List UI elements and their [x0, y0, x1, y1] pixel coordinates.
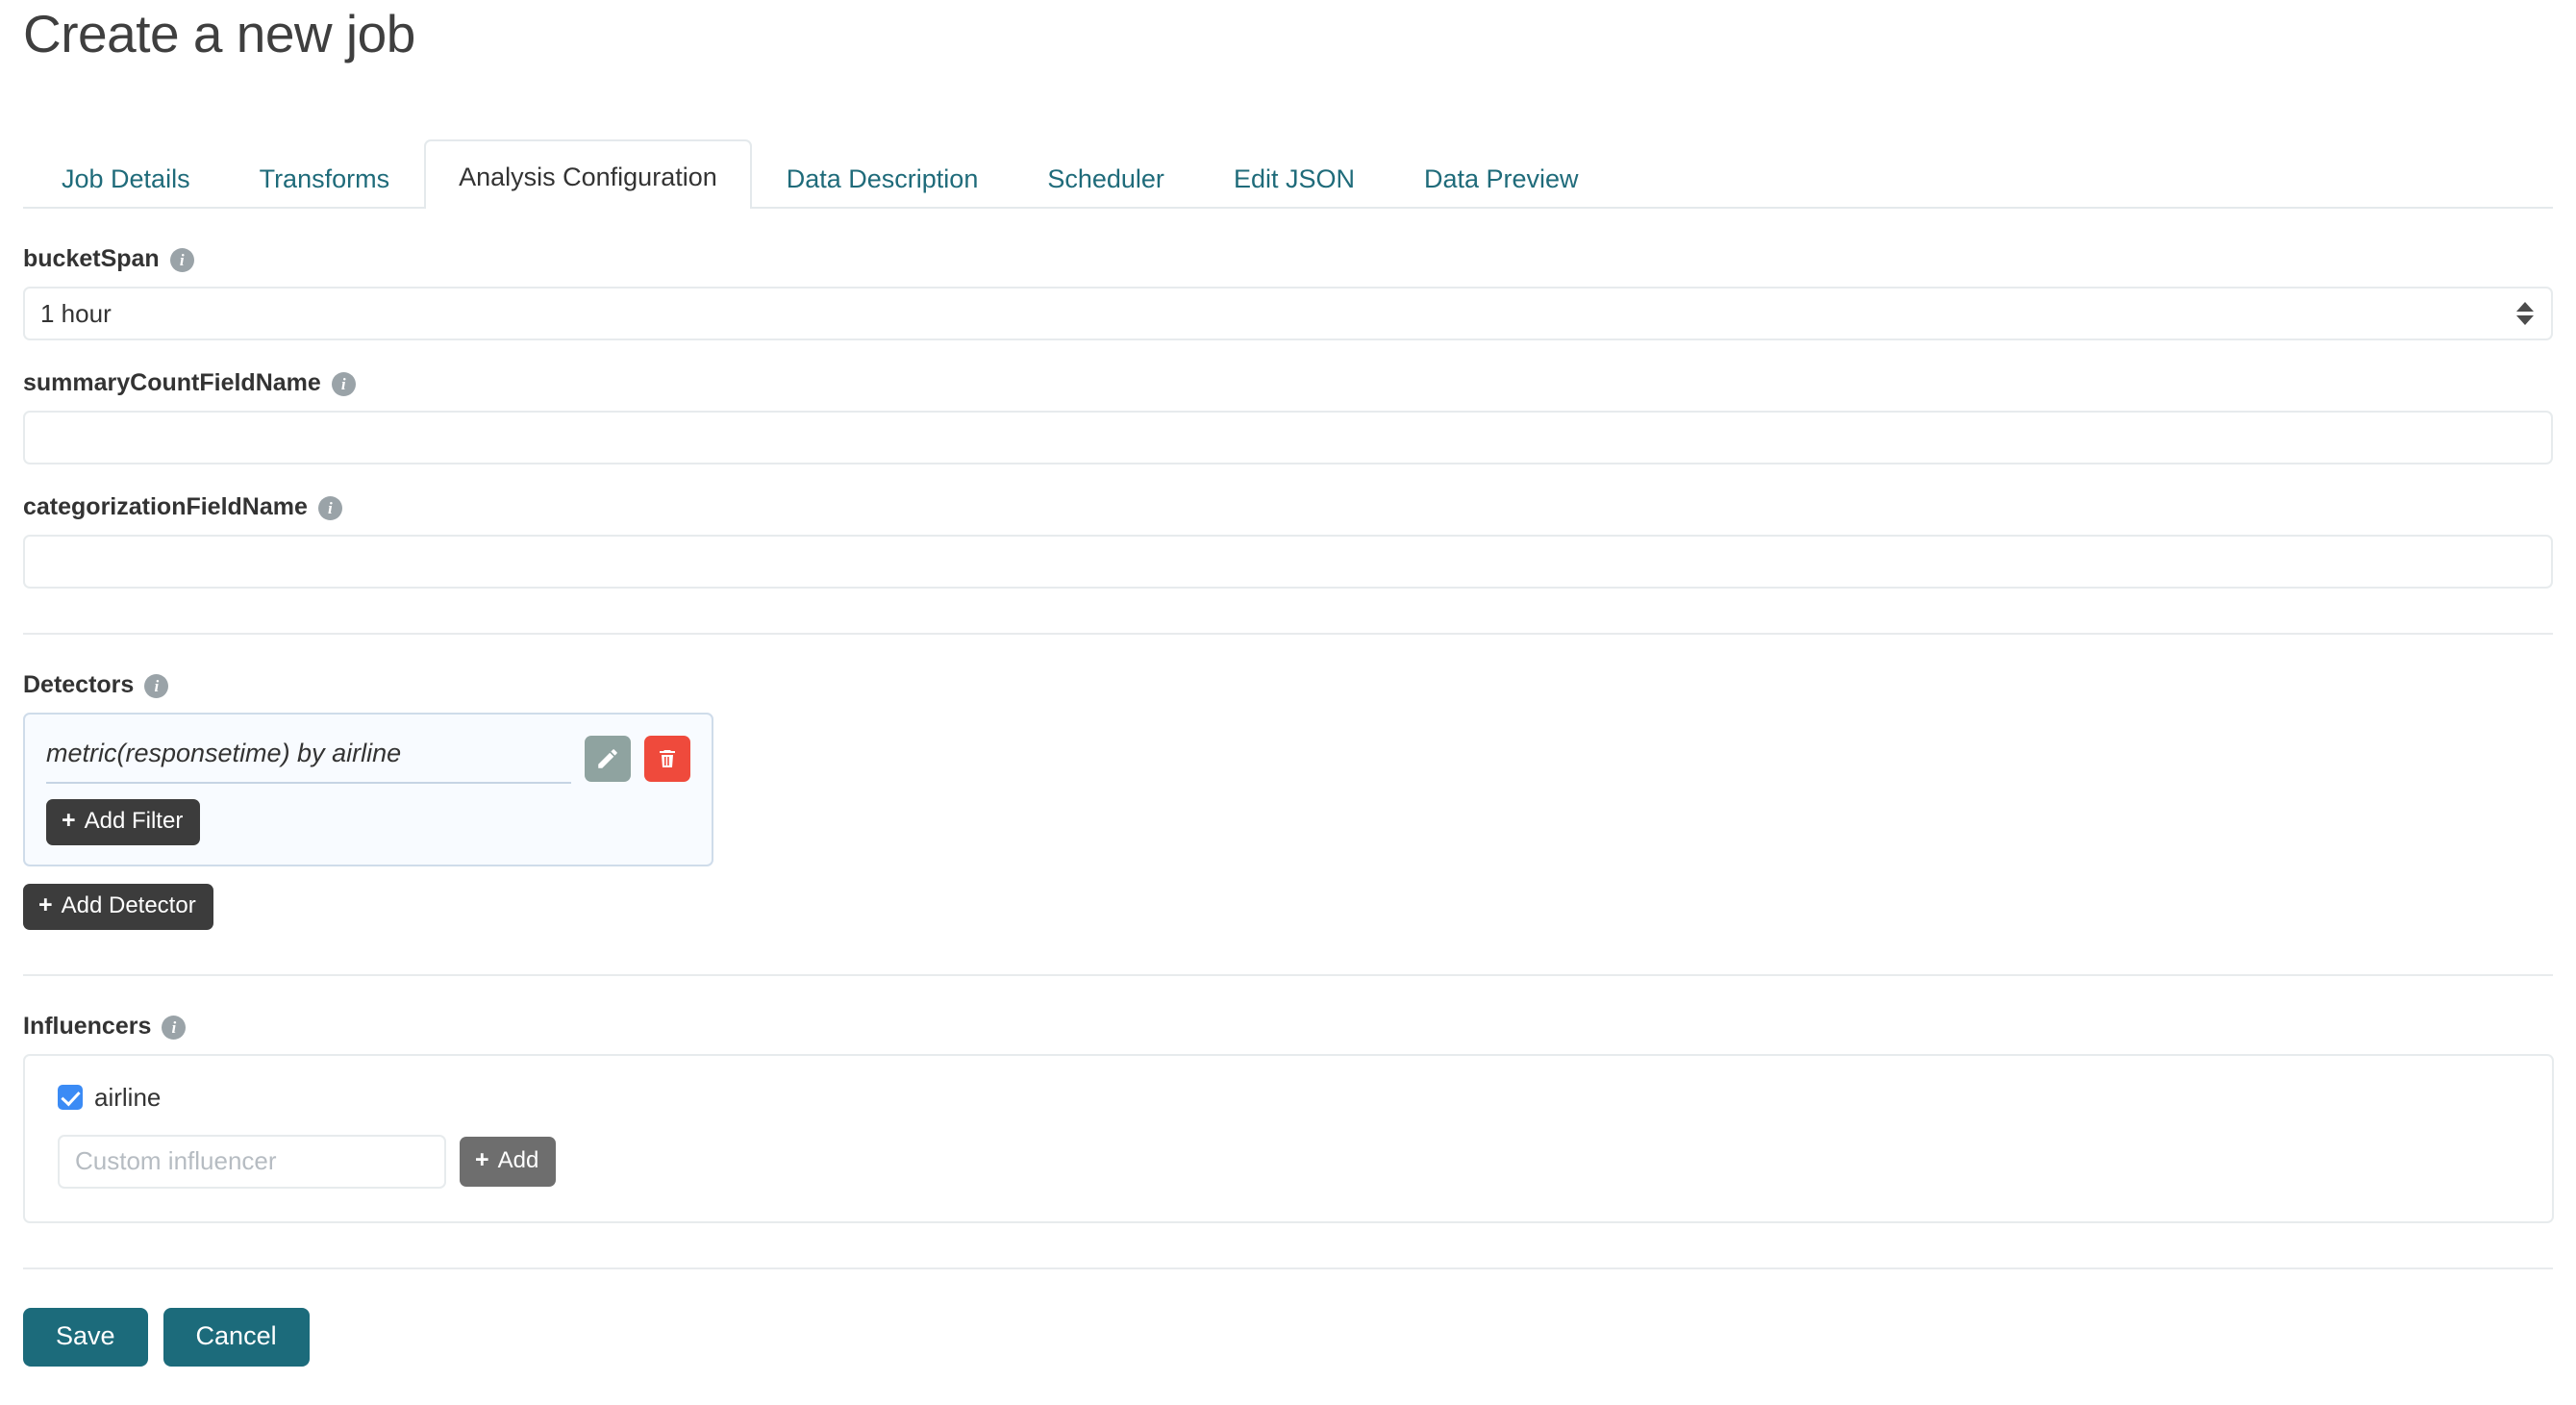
categorization-field-name-input[interactable]: [23, 535, 2553, 590]
footer-divider: [23, 1267, 2553, 1269]
page-title: Create a new job: [23, 4, 415, 63]
detector-row: metric(responsetime) by airline: [46, 736, 690, 784]
add-filter-wrap: + Add Filter: [46, 798, 690, 845]
analysis-configuration-form: bucketSpan i 1 hour summaryCountFieldNam…: [23, 209, 2554, 1405]
tab-bar: Job Details Transforms Analysis Configur…: [23, 139, 2553, 210]
cancel-button[interactable]: Cancel: [163, 1307, 310, 1367]
custom-influencer-input[interactable]: [58, 1134, 446, 1189]
bucket-span-label: bucketSpan i: [23, 245, 2553, 273]
bucket-span-select[interactable]: 1 hour: [23, 287, 2553, 341]
add-detector-label: Add Detector: [61, 892, 196, 919]
categorization-field-name-field: categorizationFieldName i: [23, 493, 2553, 590]
plus-icon: +: [38, 891, 53, 918]
influencers-box: airline + Add: [23, 1053, 2554, 1223]
summary-count-field-name-input[interactable]: [23, 411, 2553, 465]
tab-data-preview[interactable]: Data Preview: [1389, 147, 1613, 209]
detectors-section: Detectors i metric(responsetime) by airl…: [23, 673, 2553, 930]
summary-count-field-name-label: summaryCountFieldName i: [23, 369, 2553, 397]
info-icon[interactable]: i: [144, 674, 169, 699]
detector-name: metric(responsetime) by airline: [46, 736, 571, 784]
pencil-icon: [595, 746, 620, 771]
tab-edit-json[interactable]: Edit JSON: [1199, 147, 1389, 209]
info-icon[interactable]: i: [317, 496, 342, 521]
create-job-page: Create a new job Job Details Transforms …: [0, 0, 2576, 1405]
plus-icon: +: [475, 1145, 489, 1173]
info-icon[interactable]: i: [162, 1015, 187, 1040]
add-influencer-button[interactable]: + Add: [460, 1136, 557, 1187]
tab-data-description[interactable]: Data Description: [752, 147, 1013, 209]
footer-actions: Save Cancel: [23, 1307, 2553, 1405]
detectors-label: Detectors i: [23, 671, 2553, 699]
save-button[interactable]: Save: [23, 1307, 148, 1367]
summary-count-field-name-label-text: summaryCountFieldName: [23, 369, 321, 397]
influencers-label-text: Influencers: [23, 1012, 152, 1040]
bucket-span-select-wrap: 1 hour: [23, 287, 2553, 341]
info-icon[interactable]: i: [169, 248, 194, 273]
trash-icon: [656, 747, 679, 770]
influencer-checkbox-row[interactable]: airline: [58, 1082, 2519, 1112]
bucket-span-label-text: bucketSpan: [23, 245, 160, 273]
categorization-field-name-label-text: categorizationFieldName: [23, 493, 308, 521]
tab-job-details[interactable]: Job Details: [27, 147, 225, 209]
detector-item: metric(responsetime) by airline + Add Fi…: [23, 713, 713, 866]
influencer-checkbox-label: airline: [94, 1082, 162, 1112]
tab-analysis-configuration[interactable]: Analysis Configuration: [424, 139, 752, 210]
influencers-section: Influencers i airline + Add: [23, 1012, 2554, 1223]
detectors-label-text: Detectors: [23, 671, 135, 699]
summary-count-field-name-field: summaryCountFieldName i: [23, 369, 2553, 465]
section-divider: [23, 973, 2553, 976]
delete-detector-button[interactable]: [644, 736, 690, 783]
custom-influencer-row: + Add: [58, 1134, 2519, 1189]
influencers-label: Influencers i: [23, 1012, 2553, 1040]
info-icon[interactable]: i: [331, 372, 356, 397]
add-detector-button[interactable]: + Add Detector: [23, 883, 213, 930]
add-influencer-label: Add: [497, 1147, 539, 1174]
tab-scheduler[interactable]: Scheduler: [1013, 147, 1199, 209]
add-filter-label: Add Filter: [84, 808, 184, 835]
influencer-checkbox-airline[interactable]: [58, 1084, 83, 1110]
add-filter-button[interactable]: + Add Filter: [46, 798, 201, 845]
plus-icon: +: [62, 806, 76, 834]
tab-transforms[interactable]: Transforms: [225, 147, 425, 209]
edit-detector-button[interactable]: [585, 736, 631, 783]
categorization-field-name-label: categorizationFieldName i: [23, 493, 2553, 521]
bucket-span-field: bucketSpan i 1 hour: [23, 245, 2553, 341]
section-divider: [23, 633, 2553, 636]
